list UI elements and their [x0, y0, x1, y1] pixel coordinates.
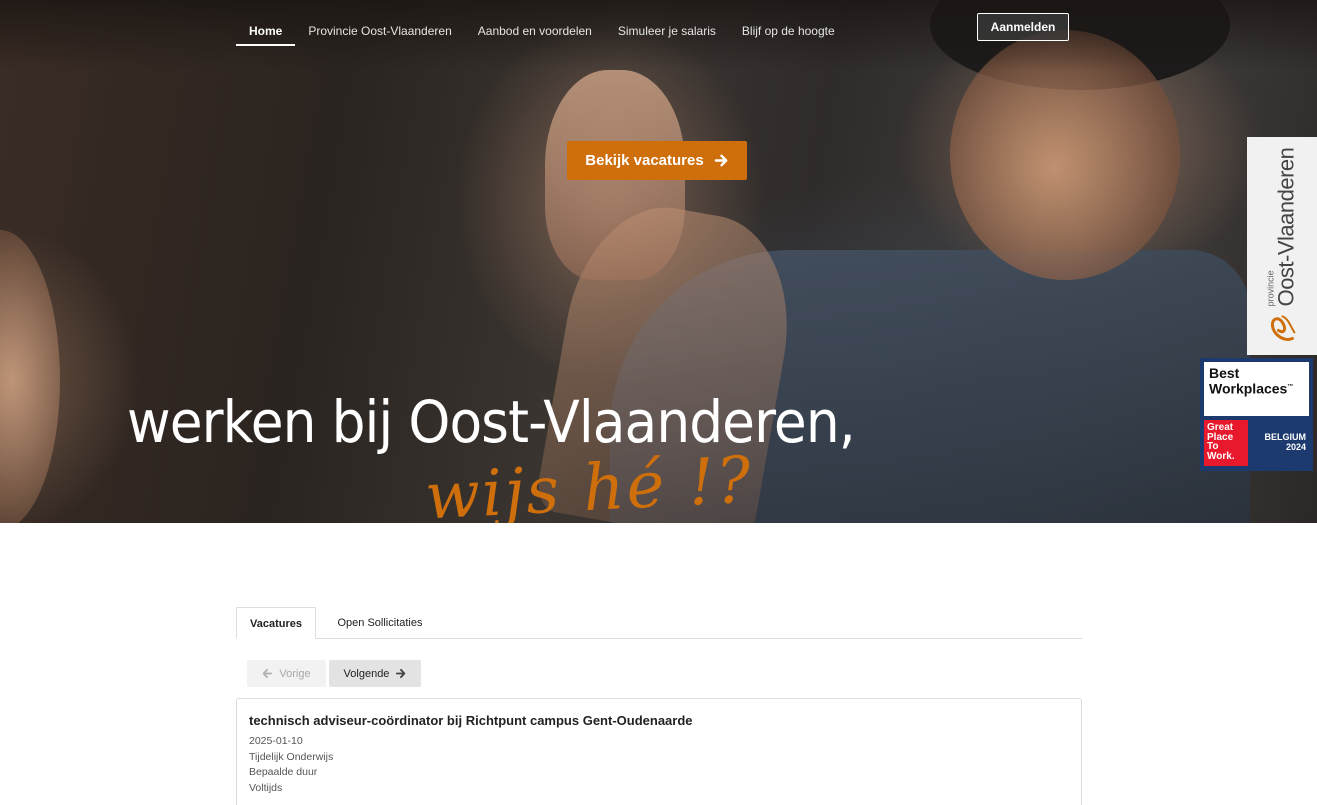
job-date: 2025-01-10 [249, 735, 303, 747]
arrow-right-icon [714, 154, 728, 167]
view-vacancies-button[interactable]: Bekijk vacatures [567, 141, 747, 180]
next-button[interactable]: Volgende [329, 660, 421, 687]
arrow-left-icon [263, 668, 273, 679]
nav-item-nieuws[interactable]: Blijf op de hoogte [729, 18, 848, 46]
hero-image-person-left [0, 230, 60, 523]
hero-banner: Home Provincie Oost-Vlaanderen Aanbod en… [0, 0, 1317, 523]
job-regime: Voltijds [249, 781, 283, 794]
nav-item-aanbod[interactable]: Aanbod en voordelen [465, 18, 605, 46]
previous-button[interactable]: Vorige [247, 660, 326, 687]
pagination: Vorige Volgende [247, 660, 421, 687]
arrow-right-icon [396, 668, 406, 679]
province-logo-icon [1270, 315, 1296, 341]
side-logo[interactable]: provincie Oost-Vlaanderen [1247, 137, 1317, 355]
nav-item-salaris[interactable]: Simuleer je salaris [605, 18, 729, 46]
nav-item-home[interactable]: Home [236, 18, 296, 46]
main-nav: Home Provincie Oost-Vlaanderen Aanbod en… [236, 18, 848, 46]
job-title[interactable]: technisch adviseur-coördinator bij Richt… [249, 713, 1069, 728]
tab-vacatures[interactable]: Vacatures [236, 607, 316, 639]
job-type: Tijdelijk Onderwijs [249, 750, 334, 763]
cta-label: Bekijk vacatures [585, 152, 704, 169]
side-logo-name: Oost-Vlaanderen [1273, 147, 1299, 307]
login-button[interactable]: Aanmelden [977, 13, 1069, 41]
best-workplaces-badge[interactable]: Best Workplaces™ Great Place To Work. BE… [1200, 358, 1313, 471]
great-place-to-work-logo: Great Place To Work. [1204, 420, 1248, 466]
job-card[interactable]: technisch adviseur-coördinator bij Richt… [236, 698, 1082, 805]
nav-item-provincie[interactable]: Provincie Oost-Vlaanderen [295, 18, 464, 46]
job-duration: Bepaalde duur [249, 766, 318, 778]
vacancy-tabs: Vacatures Open Sollicitaties [236, 607, 1082, 639]
tab-open-sollicitaties[interactable]: Open Sollicitaties [320, 607, 440, 639]
